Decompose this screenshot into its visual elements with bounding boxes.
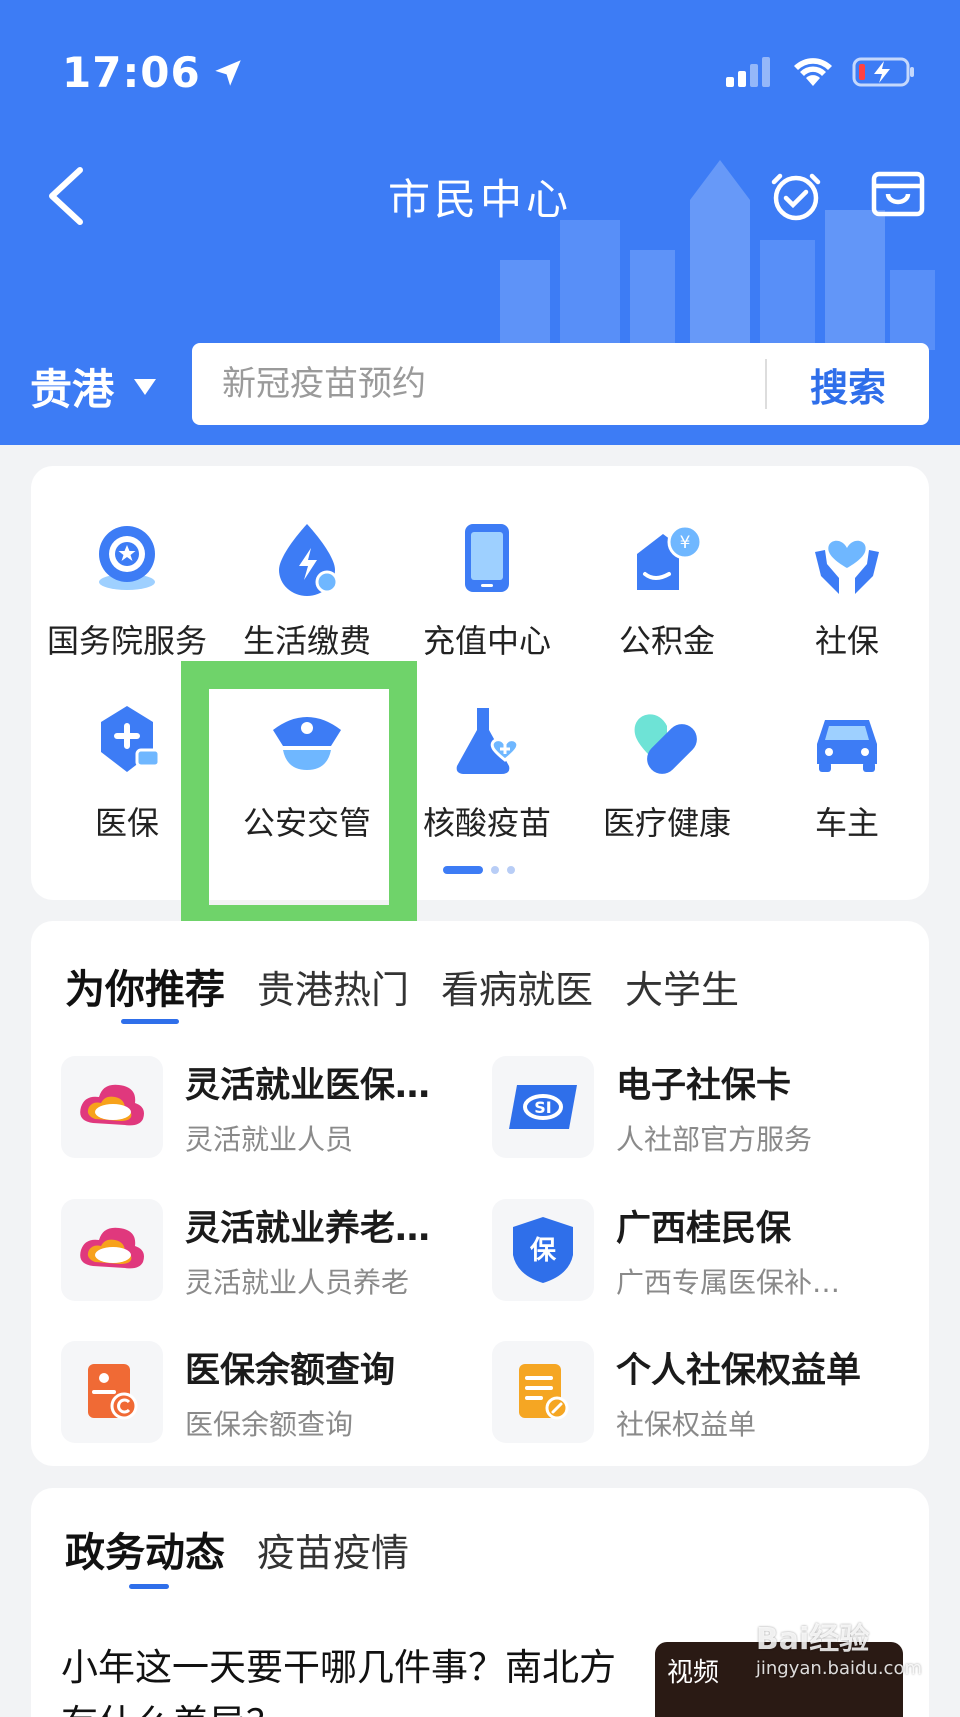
recommend-title: 电子社保卡 <box>616 1065 792 1106</box>
city-selector[interactable]: 贵港 <box>30 356 157 417</box>
shield-bao-icon: 保 <box>513 1217 573 1283</box>
recommend-tabs: 为你推荐 贵港热门 看病就医 大学生 <box>65 957 739 1015</box>
balance-query-icon <box>88 1364 138 1420</box>
page-dot <box>443 866 483 874</box>
document-icon <box>519 1364 569 1420</box>
recommend-icon-box: 保 <box>492 1199 594 1301</box>
recommend-title: 个人社保权益单 <box>616 1350 862 1391</box>
recommend-title: 广西桂民保 <box>616 1208 792 1249</box>
recommend-subtitle: 人社部官方服务 <box>616 1122 813 1156</box>
service-social-security[interactable]: 社保 <box>757 518 937 662</box>
recommend-icon-box: SI <box>492 1056 594 1158</box>
search-bar: 搜索 <box>192 343 929 425</box>
cloud-logo-icon <box>80 1227 144 1269</box>
state-council-icon <box>99 526 155 590</box>
cellular-signal-icon <box>726 57 770 87</box>
recommend-title: 医保余额查询 <box>185 1350 396 1391</box>
service-utility-bill[interactable]: 生活缴费 <box>217 518 397 662</box>
news-tabs: 政务动态 疫苗疫情 <box>65 1520 409 1578</box>
service-label: 国务院服务 <box>46 622 207 660</box>
news-headline[interactable]: 小年这一天要干哪几件事？南北方有什么差异？ <box>61 1640 621 1717</box>
timer-check-icon[interactable] <box>766 164 826 224</box>
service-car-owner[interactable]: 车主 <box>757 700 937 844</box>
recommend-icon-box <box>61 1056 163 1158</box>
battery-charging-icon <box>852 57 914 87</box>
tab-medical[interactable]: 看病就医 <box>441 959 593 1014</box>
status-indicators <box>726 56 916 88</box>
page-indicator <box>443 866 515 874</box>
watermark-brand: Bai经验 <box>755 1622 870 1657</box>
tab-recommend[interactable]: 为你推荐 <box>65 957 225 1015</box>
service-state-council[interactable]: 国务院服务 <box>37 518 217 662</box>
recommend-subtitle: 灵活就业人员养老 <box>185 1265 410 1299</box>
wifi-icon <box>794 58 832 86</box>
status-time: 17:06 <box>62 48 245 97</box>
service-label: 核酸疫苗 <box>422 804 551 842</box>
city-name: 贵港 <box>30 365 115 414</box>
active-tab-underline <box>121 1019 179 1024</box>
caret-down-icon <box>134 378 157 395</box>
flask-icon <box>456 708 520 774</box>
recommend-title: 灵活就业医保… <box>185 1065 431 1106</box>
svg-text:保: 保 <box>529 1236 557 1266</box>
recommend-item[interactable]: 灵活就业养老… 灵活就业人员养老 <box>61 1199 461 1301</box>
social-security-icon <box>815 540 879 594</box>
recommend-item[interactable]: SI 电子社保卡 人社部官方服务 <box>492 1056 892 1158</box>
svg-text:¥: ¥ <box>680 533 691 553</box>
service-nucleic-vaccine[interactable]: 核酸疫苗 <box>397 700 577 844</box>
recommend-icon-box <box>61 1341 163 1443</box>
recommend-item[interactable]: 保 广西桂民保 广西专属医保补… <box>492 1199 892 1301</box>
service-label: 公积金 <box>618 622 715 660</box>
service-label: 车主 <box>814 804 879 842</box>
cloud-logo-icon <box>80 1084 144 1126</box>
services-card: 国务院服务 生活缴费 充值中心 ¥ 公积金 社保 医保 公安交管 核酸疫苗 医疗… <box>31 466 929 900</box>
recommend-item[interactable]: 医保余额查询 医保余额查询 <box>61 1341 461 1443</box>
recommend-icon-box <box>61 1199 163 1301</box>
recommend-title: 灵活就业养老… <box>185 1208 431 1249</box>
recommend-icon-box <box>492 1341 594 1443</box>
header: 17:06 市民中心 贵港 新冠疫苗预约 搜索 <box>0 0 960 445</box>
service-health[interactable]: 医疗健康 <box>577 700 757 844</box>
video-badge: 视频 <box>667 1658 720 1688</box>
recommend-subtitle: 灵活就业人员 <box>185 1122 354 1156</box>
news-card: 政务动态 疫苗疫情 小年这一天要干哪几件事？南北方有什么差异？ 视频 <box>31 1488 929 1717</box>
car-icon <box>817 720 877 772</box>
service-label: 充值中心 <box>422 622 551 660</box>
page-dot <box>507 866 515 874</box>
service-label: 社保 <box>814 622 879 660</box>
phone-recharge-icon <box>465 524 509 592</box>
search-input[interactable] <box>192 364 765 404</box>
medical-insurance-icon <box>101 706 161 772</box>
search-button[interactable]: 搜索 <box>767 357 929 412</box>
watermark-logo: Bai经验 jingyan.baidu.com <box>756 1614 922 1679</box>
utility-bill-icon <box>279 524 339 596</box>
recommend-item[interactable]: 个人社保权益单 社保权益单 <box>492 1341 892 1443</box>
tab-students[interactable]: 大学生 <box>625 959 739 1014</box>
svg-text:SI: SI <box>534 1098 551 1117</box>
service-label: 医疗健康 <box>602 804 731 842</box>
social-card-icon: SI <box>509 1085 577 1129</box>
service-housing-fund[interactable]: ¥ 公积金 <box>577 518 757 662</box>
recommend-item[interactable]: 灵活就业医保… 灵活就业人员 <box>61 1056 461 1158</box>
tab-vaccine-epidemic[interactable]: 疫苗疫情 <box>257 1522 409 1577</box>
wallet-card-icon[interactable] <box>868 164 928 224</box>
highlight-box <box>181 661 417 933</box>
page-dot <box>491 866 499 874</box>
active-tab-underline <box>129 1584 169 1589</box>
service-recharge[interactable]: 充值中心 <box>397 518 577 662</box>
recommend-card: 为你推荐 贵港热门 看病就医 大学生 灵活就业医保… 灵活就业人员 SI 电子社… <box>31 921 929 1466</box>
tab-local-hot[interactable]: 贵港热门 <box>257 959 409 1014</box>
recommend-subtitle: 广西专属医保补… <box>616 1265 841 1299</box>
location-arrow-icon <box>214 59 241 86</box>
housing-fund-icon: ¥ <box>637 524 703 590</box>
recommend-subtitle: 社保权益单 <box>616 1407 757 1441</box>
recommend-subtitle: 医保余额查询 <box>185 1407 354 1441</box>
health-heart-icon <box>634 714 697 774</box>
service-label: 生活缴费 <box>242 622 371 660</box>
tab-gov-news[interactable]: 政务动态 <box>65 1520 225 1578</box>
watermark-url: jingyan.baidu.com <box>755 1658 922 1679</box>
